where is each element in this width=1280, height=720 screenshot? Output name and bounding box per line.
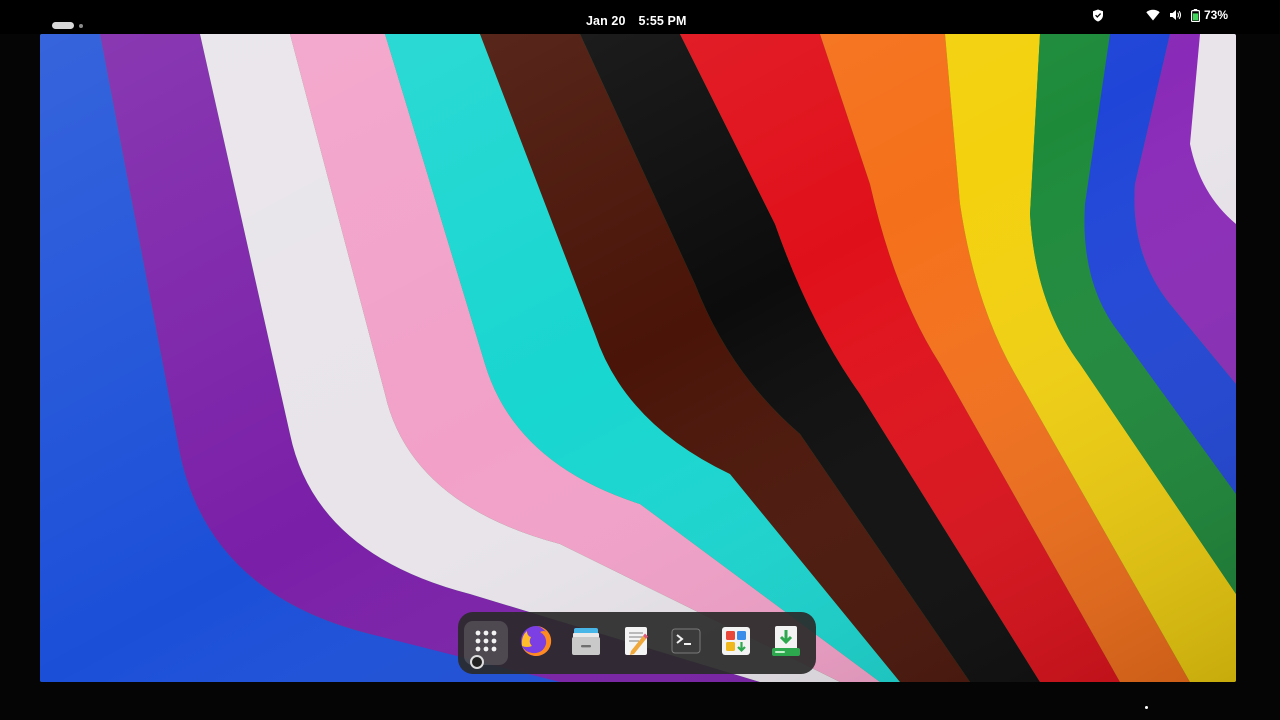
software-launcher[interactable] <box>714 621 758 665</box>
battery-icon <box>1191 8 1200 22</box>
wifi-icon <box>1146 9 1160 21</box>
firefox-icon <box>519 624 553 663</box>
text-editor-launcher[interactable] <box>614 621 658 665</box>
date-label: Jan 20 <box>586 14 626 28</box>
dock <box>458 612 816 674</box>
installer-icon <box>769 624 803 663</box>
activities-button[interactable] <box>52 22 83 29</box>
files-icon <box>569 624 603 663</box>
status-led <box>1145 706 1148 709</box>
installer-launcher[interactable] <box>764 621 808 665</box>
wallpaper-art <box>40 34 1236 682</box>
top-bar: Jan 20 5:55 PM 73% <box>0 0 1280 34</box>
active-workspace-indicator <box>52 22 74 29</box>
terminal-launcher[interactable] <box>664 621 708 665</box>
time-label: 5:55 PM <box>638 14 687 28</box>
app-grid-icon <box>473 628 499 659</box>
clock-button[interactable]: Jan 20 5:55 PM <box>586 14 686 28</box>
firefox-launcher[interactable] <box>514 621 558 665</box>
system-tray[interactable]: 73% <box>1092 8 1228 22</box>
terminal-icon <box>669 624 703 663</box>
workspace-indicator <box>79 23 83 28</box>
battery-percent: 73% <box>1204 8 1229 22</box>
mouse-cursor <box>470 655 484 669</box>
volume-icon <box>1169 9 1182 21</box>
software-icon <box>719 624 753 663</box>
text-editor-icon <box>619 624 653 663</box>
files-launcher[interactable] <box>564 621 608 665</box>
shield-icon <box>1092 9 1104 22</box>
desktop-wallpaper <box>40 34 1236 682</box>
